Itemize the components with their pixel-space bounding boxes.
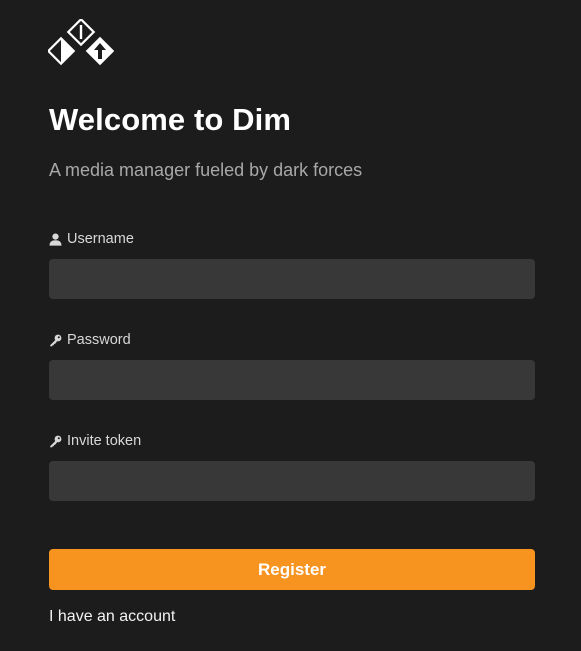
password-label: Password [49, 332, 131, 348]
username-label-text: Username [67, 231, 134, 247]
user-icon [49, 233, 62, 246]
page-title: Welcome to Dim [49, 102, 291, 137]
username-label: Username [49, 231, 134, 247]
register-button[interactable]: Register [49, 549, 535, 590]
invite-token-label-text: Invite token [67, 433, 142, 449]
invite-token-input[interactable] [49, 461, 535, 501]
username-input[interactable] [49, 259, 535, 299]
password-label-text: Password [67, 332, 131, 348]
register-page: Welcome to Dim A media manager fueled by… [0, 0, 581, 651]
invite-token-label: Invite token [49, 433, 141, 449]
key-icon [49, 334, 62, 347]
key-icon [49, 435, 62, 448]
page-subtitle: A media manager fueled by dark forces [49, 160, 363, 180]
have-account-link[interactable]: I have an account [49, 608, 175, 626]
password-input[interactable] [49, 360, 535, 400]
dim-logo-icon [46, 17, 115, 67]
